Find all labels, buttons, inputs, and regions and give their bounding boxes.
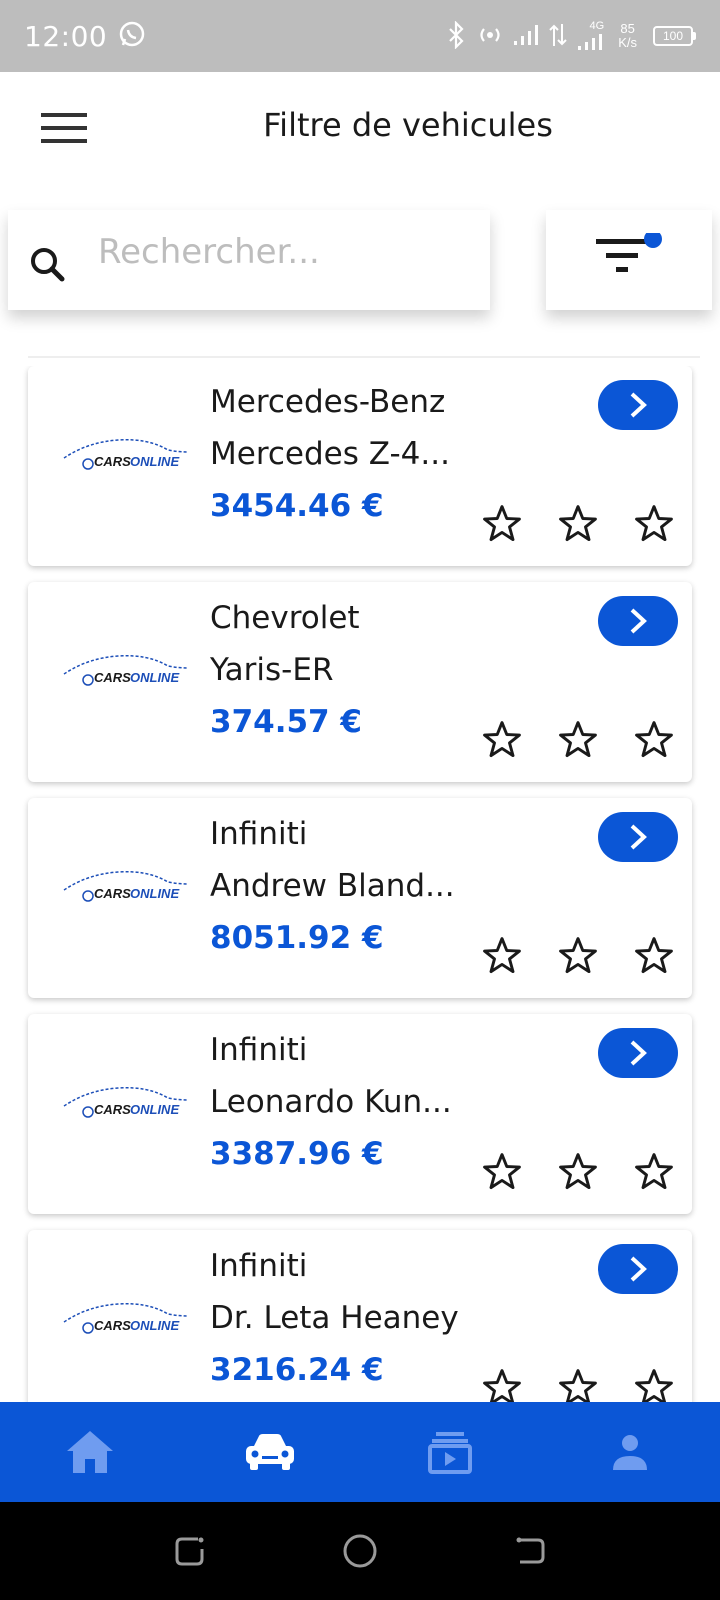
vehicle-price: 3216.24 € xyxy=(210,1352,384,1388)
vehicle-make: Infiniti xyxy=(210,1032,308,1068)
search-icon xyxy=(24,241,76,293)
star-icon[interactable] xyxy=(556,1150,600,1194)
cars-online-logo: CARS ONLINE xyxy=(58,1292,218,1348)
bluetooth-icon xyxy=(446,19,468,52)
data-arrows-icon xyxy=(548,22,568,51)
battery-icon: 100 xyxy=(653,26,696,46)
vehicle-price: 3454.46 € xyxy=(210,488,384,524)
signal-icon xyxy=(512,23,540,50)
svg-text:CARS: CARS xyxy=(94,886,131,901)
status-bar: 12:00 4G 85 K/s 100 xyxy=(0,0,720,72)
video-library-icon xyxy=(428,1432,472,1474)
svg-text:ONLINE: ONLINE xyxy=(130,454,179,469)
cars-online-logo: CARS ONLINE xyxy=(58,644,218,700)
back-icon[interactable] xyxy=(510,1531,550,1571)
chevron-right-icon xyxy=(630,1256,647,1282)
chevron-right-icon xyxy=(630,824,647,850)
status-time: 12:00 xyxy=(24,19,108,53)
signal-4g-icon: 4G xyxy=(576,20,604,52)
hotspot-icon xyxy=(476,21,504,52)
open-vehicle-button[interactable] xyxy=(598,812,678,862)
vehicle-model: Yaris-ER xyxy=(210,652,334,688)
svg-text:CARS: CARS xyxy=(94,670,131,685)
vehicle-price: 3387.96 € xyxy=(210,1136,384,1172)
open-vehicle-button[interactable] xyxy=(598,596,678,646)
open-vehicle-button[interactable] xyxy=(598,1028,678,1078)
nav-videos[interactable] xyxy=(405,1407,495,1497)
rating-stars[interactable] xyxy=(480,718,676,762)
star-icon[interactable] xyxy=(632,502,676,546)
svg-text:CARS: CARS xyxy=(94,454,131,469)
search-box[interactable] xyxy=(8,210,490,310)
nav-vehicles[interactable] xyxy=(225,1407,315,1497)
rating-stars[interactable] xyxy=(480,1150,676,1194)
vehicle-make: Infiniti xyxy=(210,1248,308,1284)
vehicle-card[interactable]: CARS ONLINE Infiniti Dr. Leta Heaney 3216… xyxy=(28,1230,692,1402)
star-icon[interactable] xyxy=(632,1150,676,1194)
svg-text:ONLINE: ONLINE xyxy=(130,670,179,685)
rating-stars[interactable] xyxy=(480,502,676,546)
cars-online-logo: CARS ONLINE xyxy=(58,1076,218,1132)
star-icon[interactable] xyxy=(632,718,676,762)
vehicle-make: Mercedes-Benz xyxy=(210,384,446,420)
bottom-navigation xyxy=(0,1402,720,1502)
filter-button[interactable] xyxy=(546,210,712,310)
app-bar: Filtre de vehicules xyxy=(0,72,720,184)
vehicle-card[interactable]: CARS ONLINE Chevrolet Yaris-ER 374.57 € xyxy=(28,582,692,782)
home-circle-icon[interactable] xyxy=(340,1531,380,1571)
star-icon[interactable] xyxy=(480,1366,524,1402)
vehicle-card[interactable]: CARS ONLINE Infiniti Andrew Bland... 8051… xyxy=(28,798,692,998)
vehicle-card[interactable]: CARS ONLINE Mercedes-Benz Mercedes Z-4...… xyxy=(28,366,692,566)
star-icon[interactable] xyxy=(480,1150,524,1194)
svg-text:ONLINE: ONLINE xyxy=(130,1318,179,1333)
divider xyxy=(28,356,700,358)
nav-home[interactable] xyxy=(45,1407,135,1497)
rating-stars[interactable] xyxy=(480,1366,676,1402)
chevron-right-icon xyxy=(630,608,647,634)
home-icon xyxy=(67,1431,113,1473)
vehicle-list[interactable]: CARS ONLINE Mercedes-Benz Mercedes Z-4...… xyxy=(0,366,720,1402)
open-vehicle-button[interactable] xyxy=(598,1244,678,1294)
vehicle-card[interactable]: CARS ONLINE Infiniti Leonardo Kun... 3387… xyxy=(28,1014,692,1214)
star-icon[interactable] xyxy=(556,934,600,978)
system-navigation xyxy=(0,1502,720,1600)
svg-text:CARS: CARS xyxy=(94,1318,131,1333)
star-icon[interactable] xyxy=(556,718,600,762)
star-icon[interactable] xyxy=(632,1366,676,1402)
filter-icon xyxy=(592,229,666,288)
cars-online-logo: CARS ONLINE xyxy=(58,428,218,484)
person-icon xyxy=(613,1435,647,1470)
cars-online-logo: CARS ONLINE xyxy=(58,860,218,916)
page-title: Filtre de vehicules xyxy=(263,106,553,144)
net-speed: 85 K/s xyxy=(618,21,637,50)
chevron-right-icon xyxy=(630,1040,647,1066)
whatsapp-icon xyxy=(117,19,147,54)
open-vehicle-button[interactable] xyxy=(598,380,678,430)
nav-profile[interactable] xyxy=(585,1407,675,1497)
recent-apps-icon[interactable] xyxy=(170,1531,210,1571)
vehicle-model: Leonardo Kun... xyxy=(210,1084,452,1120)
svg-text:CARS: CARS xyxy=(94,1102,131,1117)
svg-text:ONLINE: ONLINE xyxy=(130,886,179,901)
vehicle-make: Infiniti xyxy=(210,816,308,852)
svg-text:ONLINE: ONLINE xyxy=(130,1102,179,1117)
star-icon[interactable] xyxy=(480,502,524,546)
vehicle-price: 8051.92 € xyxy=(210,920,384,956)
star-icon[interactable] xyxy=(556,502,600,546)
rating-stars[interactable] xyxy=(480,934,676,978)
car-icon xyxy=(246,1434,294,1470)
star-icon[interactable] xyxy=(480,934,524,978)
search-input[interactable] xyxy=(98,232,468,272)
star-icon[interactable] xyxy=(556,1366,600,1402)
vehicle-make: Chevrolet xyxy=(210,600,360,636)
chevron-right-icon xyxy=(630,392,647,418)
star-icon[interactable] xyxy=(632,934,676,978)
vehicle-price: 374.57 € xyxy=(210,704,362,740)
vehicle-model: Mercedes Z-4... xyxy=(210,436,450,472)
vehicle-model: Dr. Leta Heaney xyxy=(210,1300,459,1336)
star-icon[interactable] xyxy=(480,718,524,762)
vehicle-model: Andrew Bland... xyxy=(210,868,455,904)
